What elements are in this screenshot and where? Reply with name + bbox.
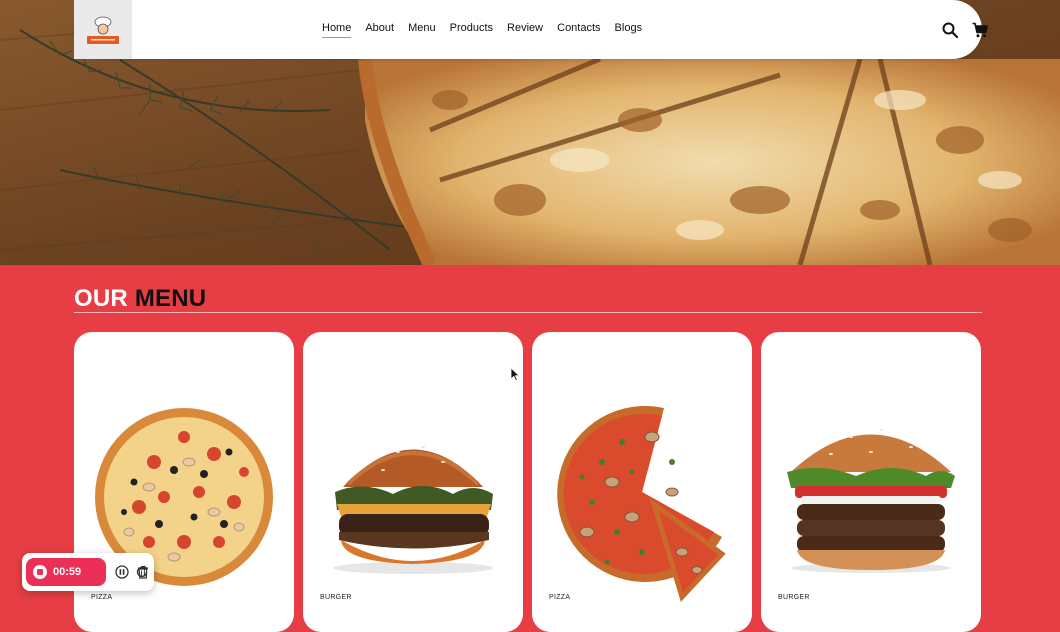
nav-link-blogs[interactable]: Blogs bbox=[615, 22, 643, 38]
pizza-slice-image bbox=[557, 405, 726, 602]
burger-image bbox=[333, 446, 493, 574]
cart-icon[interactable] bbox=[972, 22, 988, 38]
nav-link-products[interactable]: Products bbox=[450, 22, 493, 38]
menu-heading: OUR MENU bbox=[74, 285, 206, 313]
menu-divider bbox=[74, 312, 982, 313]
main-nav: Home About Menu Products Review Contacts… bbox=[322, 0, 642, 59]
triple-burger-image bbox=[787, 429, 955, 573]
nav-link-review[interactable]: Review bbox=[507, 22, 543, 38]
search-icon[interactable] bbox=[942, 22, 958, 38]
logo[interactable] bbox=[74, 0, 132, 59]
menu-card-pizza-slice[interactable]: PIZZA bbox=[532, 332, 752, 632]
screen-recorder-widget: 00:59 bbox=[22, 553, 154, 591]
nav-link-home[interactable]: Home bbox=[322, 22, 352, 38]
chef-logo-icon bbox=[87, 16, 119, 44]
stop-recording-button[interactable]: 00:59 bbox=[26, 558, 106, 586]
mouse-cursor-icon bbox=[510, 367, 520, 381]
menu-heading-word2: MENU bbox=[134, 285, 207, 312]
nav-icons bbox=[942, 0, 988, 59]
menu-cards: PIZZA BURGER PIZZA BURGER bbox=[74, 332, 981, 632]
nav-link-contacts[interactable]: Contacts bbox=[557, 22, 600, 38]
menu-card-triple-burger[interactable]: BURGER bbox=[761, 332, 981, 632]
nav-link-about[interactable]: About bbox=[365, 22, 394, 38]
trash-icon[interactable] bbox=[136, 565, 150, 579]
stop-icon bbox=[33, 565, 47, 579]
menu-heading-word1: OUR bbox=[74, 285, 128, 312]
recording-timer: 00:59 bbox=[53, 566, 82, 578]
pause-icon[interactable] bbox=[115, 565, 129, 579]
menu-section: OUR MENU PIZZA BURGER PIZZA BURGER bbox=[0, 265, 1060, 632]
menu-card-burger[interactable]: BURGER bbox=[303, 332, 523, 632]
nav-link-menu[interactable]: Menu bbox=[408, 22, 436, 38]
